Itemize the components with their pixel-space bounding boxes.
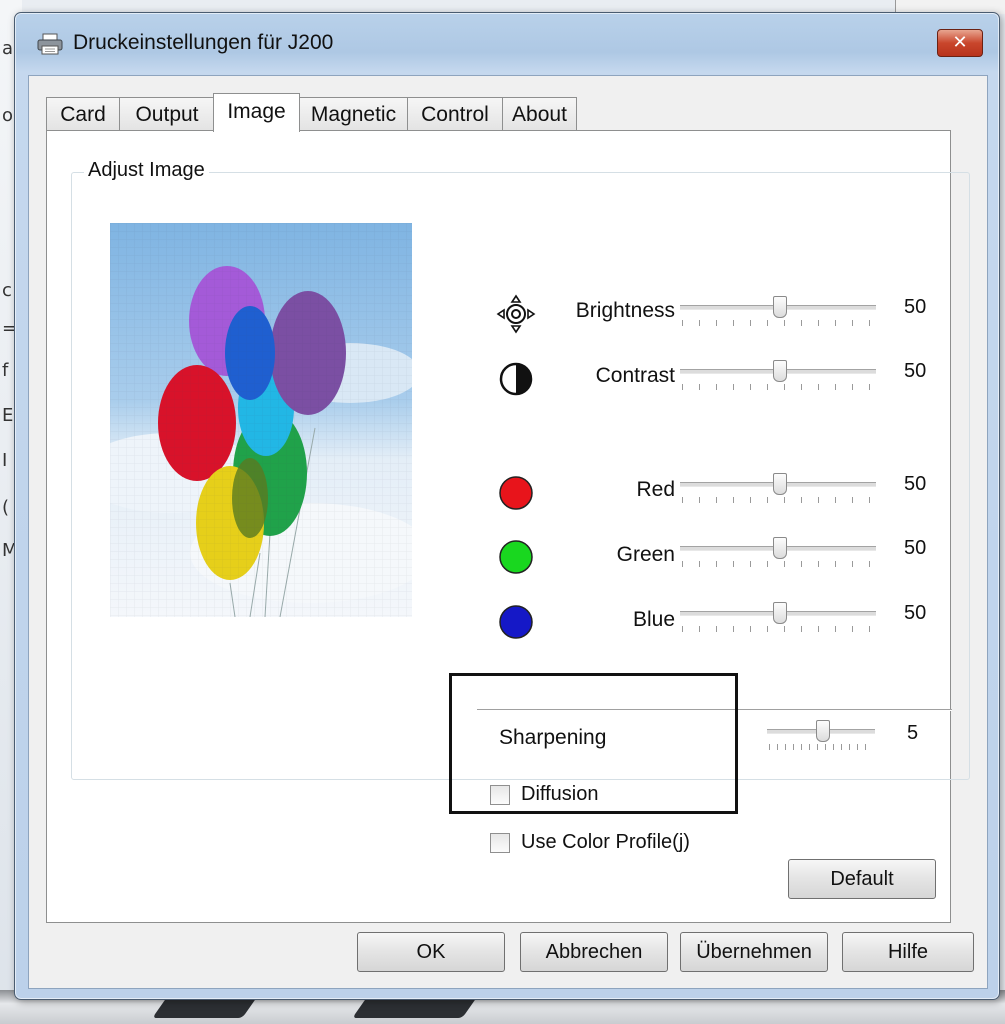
slider-thumb[interactable] (773, 537, 787, 559)
ok-button[interactable]: OK (357, 932, 505, 972)
red-circle-icon (499, 476, 533, 510)
contrast-value: 50 (904, 360, 927, 382)
bg-glyph: c (2, 280, 12, 301)
separator (477, 709, 952, 711)
slider-ticks (682, 497, 874, 503)
tab-image[interactable]: Image (213, 93, 300, 132)
color-profile-checkbox[interactable] (490, 833, 510, 853)
window-title: Druckeinstellungen für J200 (73, 31, 334, 54)
blue-label: Blue (632, 608, 675, 631)
contrast-label: Contrast (595, 364, 675, 387)
help-button[interactable]: Hilfe (842, 932, 974, 972)
print-settings-dialog: Druckeinstellungen für J200 ✕ Card Outpu… (14, 12, 1000, 1000)
slider-ticks (769, 744, 873, 750)
slider-thumb[interactable] (773, 473, 787, 495)
slider-ticks (682, 320, 874, 326)
brightness-value: 50 (904, 296, 927, 318)
red-row: Red 50 (47, 473, 952, 523)
sharpening-label: Sharpening (499, 726, 607, 749)
green-value: 50 (904, 537, 927, 559)
green-label: Green (616, 543, 675, 566)
default-button[interactable]: Default (788, 859, 936, 899)
printer-icon (37, 33, 63, 55)
tab-about[interactable]: About (502, 97, 577, 131)
close-button[interactable]: ✕ (937, 29, 983, 57)
dialog-body: Card Output Image Magnetic Control About… (28, 75, 988, 989)
blue-slider[interactable] (680, 602, 876, 634)
bg-glyph: I (2, 450, 8, 471)
contrast-row: Contrast 50 (47, 360, 952, 410)
contrast-slider[interactable] (680, 360, 876, 392)
bg-glyph: o (2, 105, 14, 126)
bg-glyph: ( (2, 497, 10, 518)
close-icon: ✕ (952, 32, 968, 53)
slider-thumb[interactable] (773, 296, 787, 318)
slider-ticks (682, 384, 874, 390)
slider-thumb[interactable] (816, 720, 830, 742)
red-label: Red (636, 478, 675, 501)
color-profile-label[interactable]: Use Color Profile(j) (521, 831, 690, 854)
diffusion-checkbox[interactable] (490, 785, 510, 805)
tab-card[interactable]: Card (46, 97, 120, 131)
brightness-row: Brightness 50 (47, 294, 952, 346)
sharpening-row: Sharpening 5 (47, 720, 952, 770)
tab-output[interactable]: Output (119, 97, 215, 131)
slider-ticks (682, 626, 874, 632)
tab-control[interactable]: Control (407, 97, 503, 131)
bg-glyph: a (2, 38, 14, 59)
diffusion-label[interactable]: Diffusion (521, 783, 598, 806)
sharpening-value: 5 (907, 722, 919, 744)
blue-circle-icon (499, 605, 533, 639)
brightness-slider[interactable] (680, 296, 876, 328)
bg-glyph: E (2, 405, 14, 426)
bg-glyph: f (2, 360, 9, 381)
slider-ticks (682, 561, 874, 567)
green-circle-icon (499, 540, 533, 574)
contrast-icon (499, 362, 533, 396)
blue-value: 50 (904, 602, 927, 624)
red-value: 50 (904, 473, 927, 495)
brightness-icon (496, 294, 536, 334)
slider-thumb[interactable] (773, 360, 787, 382)
tab-magnetic[interactable]: Magnetic (299, 97, 408, 131)
group-title: Adjust Image (84, 159, 209, 182)
image-tab-panel: Adjust Image Brightness 50 Contrast 50 R… (46, 130, 970, 923)
slider-thumb[interactable] (773, 602, 787, 624)
blue-row: Blue 50 (47, 602, 952, 652)
sharpening-slider[interactable] (767, 720, 875, 752)
title-bar[interactable]: Druckeinstellungen für J200 ✕ (15, 13, 999, 71)
red-slider[interactable] (680, 473, 876, 505)
cancel-button[interactable]: Abbrechen (520, 932, 668, 972)
brightness-label: Brightness (575, 299, 675, 322)
green-slider[interactable] (680, 537, 876, 569)
green-row: Green 50 (47, 537, 952, 587)
apply-button[interactable]: Übernehmen (680, 932, 828, 972)
